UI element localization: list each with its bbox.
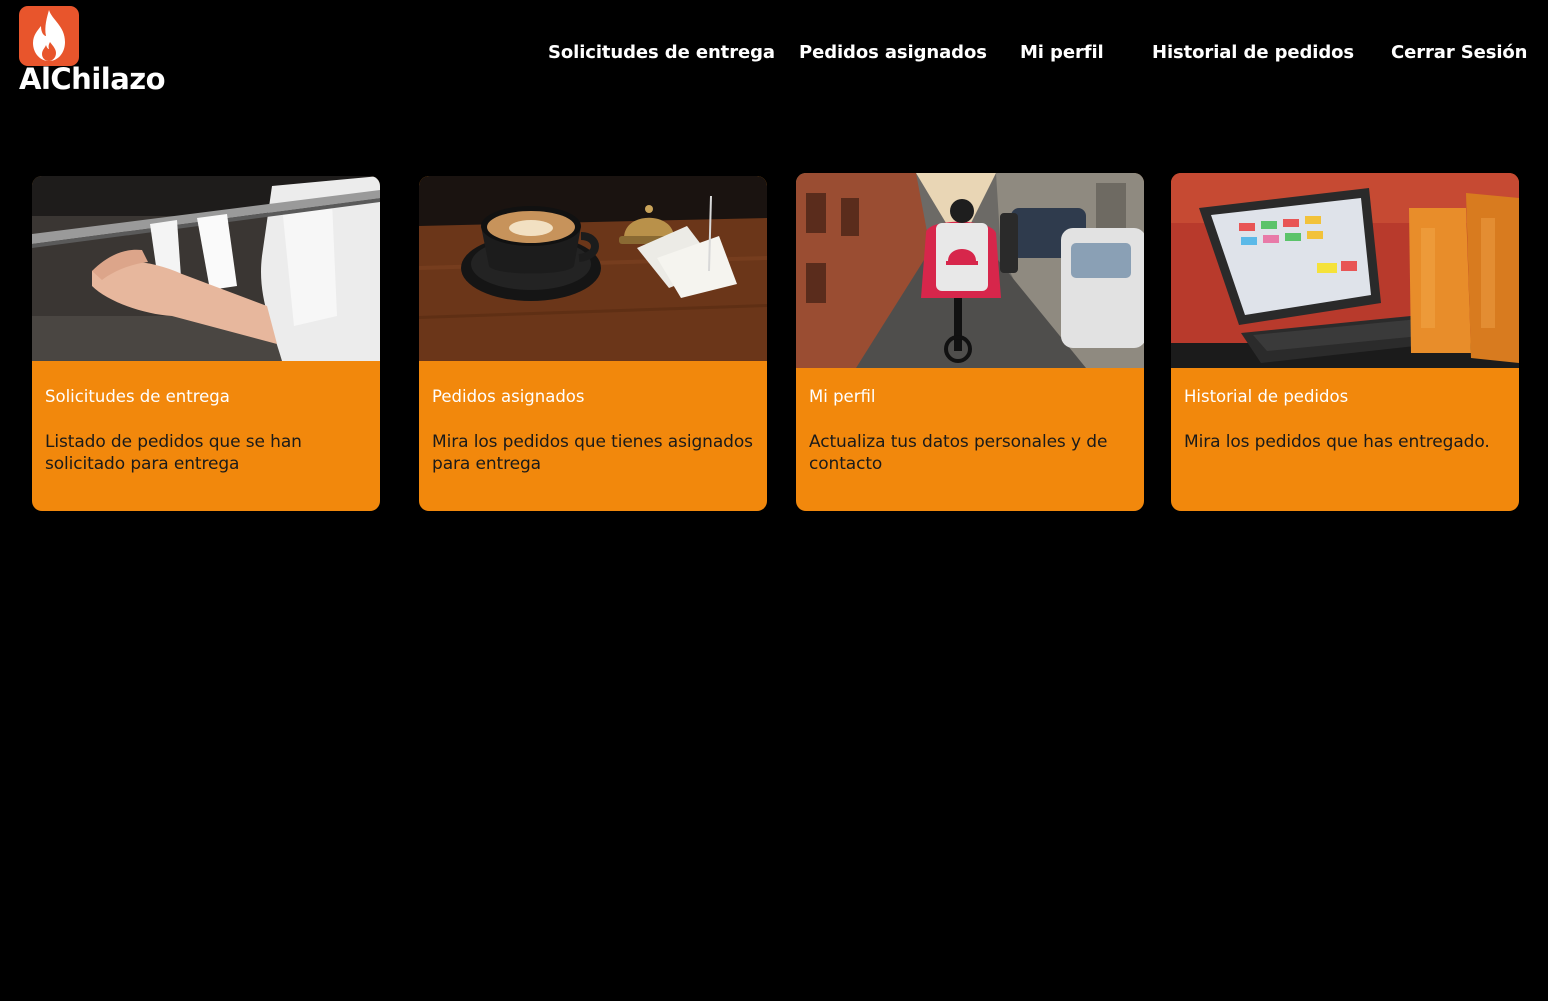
logout-link[interactable]: Cerrar Sesión	[1391, 40, 1528, 66]
card-title: Solicitudes de entrega	[45, 387, 230, 406]
card-pedidos-asignados[interactable]: Pedidos asignados Mira los pedidos que t…	[419, 176, 767, 511]
card-description: Mira los pedidos que tienes asignados pa…	[432, 432, 753, 474]
nav-link-pedidos-asignados[interactable]: Pedidos asignados	[799, 40, 987, 66]
card-description: Actualiza tus datos personales y de cont…	[809, 432, 1108, 474]
coffee-and-bell-photo	[419, 176, 767, 361]
brand-name: AlChilazo	[19, 62, 166, 96]
nav-link-solicitudes-de-entrega[interactable]: Solicitudes de entrega	[548, 40, 775, 66]
card-title: Mi perfil	[809, 387, 876, 406]
logo[interactable]	[19, 6, 79, 66]
card-description: Listado de pedidos que se han solicitado…	[45, 432, 302, 474]
delivery-rider-photo	[796, 173, 1144, 368]
kitchen-order-tickets-photo	[32, 176, 380, 361]
card-historial-de-pedidos[interactable]: Historial de pedidos Mira los pedidos qu…	[1171, 173, 1519, 511]
nav-link-mi-perfil[interactable]: Mi perfil	[1020, 40, 1104, 66]
nav-link-historial-de-pedidos[interactable]: Historial de pedidos	[1152, 40, 1354, 66]
card-mi-perfil[interactable]: Mi perfil Actualiza tus datos personales…	[796, 173, 1144, 511]
card-description: Mira los pedidos que has entregado.	[1184, 432, 1490, 452]
pos-terminal-photo	[1171, 173, 1519, 368]
card-title: Historial de pedidos	[1184, 387, 1349, 406]
card-solicitudes-de-entrega[interactable]: Solicitudes de entrega Listado de pedido…	[32, 176, 380, 511]
flame-icon	[33, 10, 65, 61]
card-title: Pedidos asignados	[432, 387, 585, 406]
